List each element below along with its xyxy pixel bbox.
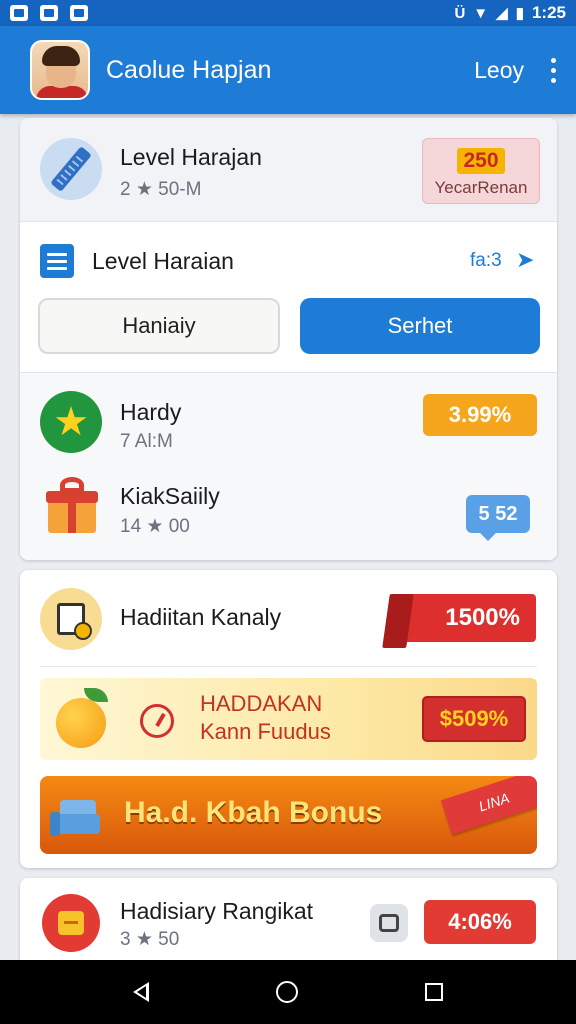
list-item-title[interactable]: KiakSaiily xyxy=(120,483,220,510)
notification-icons xyxy=(10,5,88,21)
app-title: Caolue Hapjan xyxy=(106,55,272,84)
header-item-subtitle: 2 ★ 50-M xyxy=(120,179,202,200)
timer-icon xyxy=(140,704,174,738)
primary-button[interactable]: Serhet xyxy=(300,298,540,354)
signal-icon: ◢ xyxy=(496,5,508,22)
orange-icon xyxy=(56,698,106,748)
promo-line-1: HADDAKAN xyxy=(200,691,323,716)
photo-icon xyxy=(40,5,58,21)
bottom-item-subtitle: 3 ★ 50 xyxy=(120,929,180,950)
star-icon: ★ xyxy=(40,391,102,453)
section-title: Level Haraian xyxy=(92,248,234,274)
recents-icon[interactable] xyxy=(424,983,443,1001)
message-icon[interactable] xyxy=(370,904,408,942)
list-item-subtitle: 14 ★ 00 xyxy=(120,516,190,537)
header-item-badge[interactable]: 250 YecarRenan xyxy=(422,138,540,204)
bonus-ribbon: LINA xyxy=(440,776,537,835)
offers-card: Hadiitan Kanaly 1500% HADDAKAN Kann Fuud… xyxy=(20,570,557,868)
avatar[interactable] xyxy=(30,40,90,100)
back-icon[interactable] xyxy=(133,982,150,1002)
promo-price-button[interactable]: $509% xyxy=(422,696,526,742)
status-time: 1:25 xyxy=(531,3,566,22)
wallet-icon xyxy=(42,894,100,952)
section-link[interactable]: fa:3 xyxy=(470,250,502,272)
divider xyxy=(40,666,537,667)
more-vert-icon[interactable] xyxy=(544,57,562,83)
vibrate-icon: Ü xyxy=(454,4,466,22)
promo-line-2: Kann Fuudus xyxy=(200,719,331,744)
list-item-subtitle: 7 Al:M xyxy=(120,431,173,452)
sofa-icon xyxy=(50,798,102,838)
document-icon xyxy=(40,588,102,650)
level-card: Level Harajan 2 ★ 50-M 250 YecarRenan Le… xyxy=(20,118,557,560)
header-item[interactable]: Level Harajan 2 ★ 50-M 250 YecarRenan xyxy=(20,118,557,222)
chat-badge[interactable]: 5 52 xyxy=(466,495,530,541)
item-list: ★ Hardy 7 Al:M 3.99% KiakSaiily 14 ★ 00 … xyxy=(20,372,557,560)
image-icon xyxy=(10,5,28,21)
list-item-title[interactable]: Hardy xyxy=(120,399,181,426)
offer-title[interactable]: Hadiitan Kanaly xyxy=(120,604,281,631)
status-bar: Ü ▼ ◢ ▮ 1:25 xyxy=(0,0,576,26)
header-item-title: Level Harajan xyxy=(120,144,262,170)
badge-value: 250 xyxy=(457,148,505,174)
mail-icon xyxy=(70,5,88,21)
menu-icon[interactable] xyxy=(40,244,74,278)
list-item-badge[interactable]: 3.99% xyxy=(423,394,537,436)
ruler-icon xyxy=(40,138,102,200)
offer-badge[interactable]: 1500% xyxy=(400,594,536,642)
gift-icon xyxy=(46,477,98,535)
promo-text: HADDAKAN Kann Fuudus xyxy=(200,690,331,746)
navigation-bar xyxy=(0,960,576,1024)
app-bar: Caolue Hapjan Leoy xyxy=(0,26,576,114)
wifi-icon: ▼ xyxy=(473,4,489,22)
bonus-label: Ha.d. Kbah Bonus xyxy=(124,796,383,829)
promo-banner[interactable]: HADDAKAN Kann Fuudus $509% xyxy=(40,678,537,760)
bottom-item-badge[interactable]: 4:06% xyxy=(424,900,536,944)
battery-icon: ▮ xyxy=(515,5,524,22)
bonus-banner[interactable]: Ha.d. Kbah Bonus LINA xyxy=(40,776,537,854)
arrow-right-icon[interactable]: ➤ xyxy=(516,247,534,273)
badge-caption: YecarRenan xyxy=(434,178,528,197)
appbar-action-button[interactable]: Leoy xyxy=(474,57,524,84)
system-icons: Ü ▼ ◢ ▮ 1:25 xyxy=(454,3,566,23)
home-icon[interactable] xyxy=(275,981,298,1003)
bottom-item-title[interactable]: Hadisiary Rangikat xyxy=(120,898,313,925)
secondary-button[interactable]: Haniaiy xyxy=(38,298,280,354)
